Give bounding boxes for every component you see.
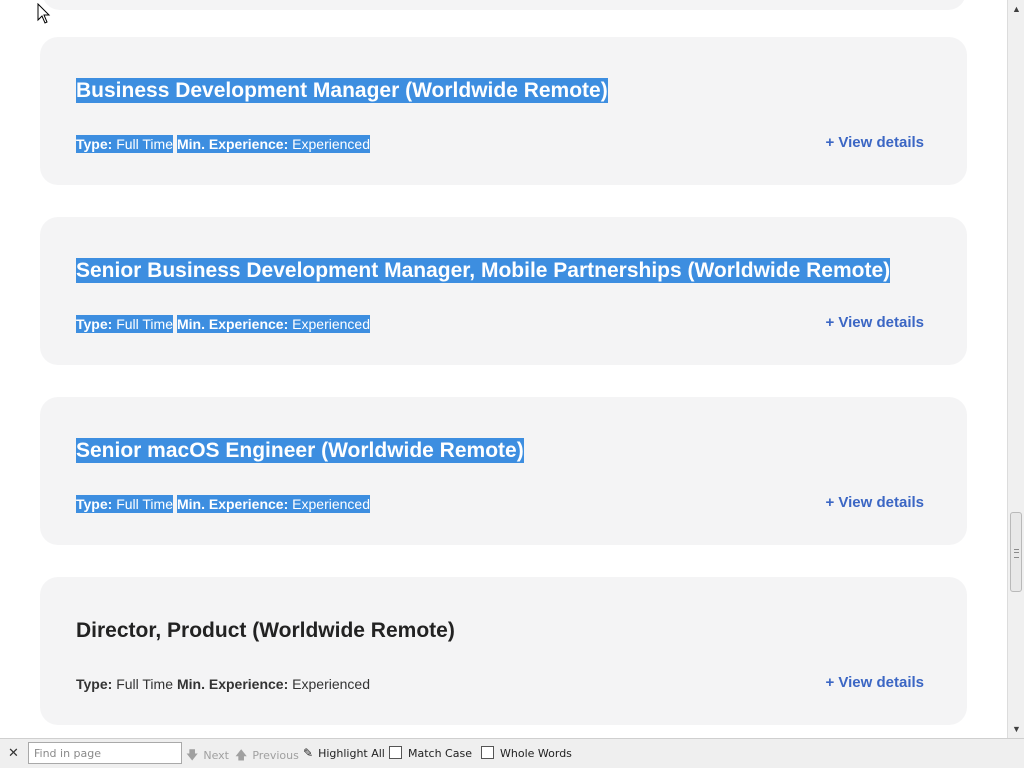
experience-label: Min. Experience: — [177, 136, 289, 152]
job-card: Senior macOS Engineer (Worldwide Remote)… — [40, 397, 967, 545]
find-in-page-input[interactable] — [28, 742, 182, 764]
vertical-scrollbar[interactable]: ▲ ▼ — [1007, 0, 1024, 738]
find-next-button[interactable]: 🡇 Next — [186, 746, 229, 767]
job-type: Full Time — [116, 316, 173, 332]
job-card: Business Development Manager (Worldwide … — [40, 37, 967, 185]
job-meta: Type: Full Time Min. Experience: Experien… — [76, 315, 370, 333]
mouse-cursor-icon — [37, 3, 51, 24]
find-bar: ✕ 🡇Next 🡅Previous ✎Highlight All Match C… — [0, 738, 1024, 768]
find-previous-button[interactable]: 🡅 Previous — [235, 746, 299, 767]
job-type: Full Time — [116, 136, 173, 152]
arrow-down-icon: 🡇 — [186, 748, 199, 762]
view-details-link[interactable]: + View details — [825, 134, 924, 151]
type-label: Type: — [76, 676, 113, 692]
page-viewport: Business Development Manager (Worldwide … — [0, 0, 1007, 738]
type-label: Type: — [76, 136, 113, 152]
experience-label: Min. Experience: — [177, 676, 289, 692]
arrow-up-icon: 🡅 — [235, 748, 248, 762]
job-experience: Experienced — [292, 496, 370, 512]
job-experience: Experienced — [292, 136, 370, 152]
job-card: Director, Product (Worldwide Remote) Typ… — [40, 577, 967, 725]
view-details-link[interactable]: + View details — [825, 314, 924, 331]
type-label: Type: — [76, 316, 113, 332]
whole-words-checkbox[interactable]: Whole Words — [481, 746, 572, 760]
view-details-link[interactable]: + View details — [825, 494, 924, 511]
checkbox-icon — [389, 746, 402, 759]
job-type: Full Time — [116, 496, 173, 512]
scroll-down-arrow-icon[interactable]: ▼ — [1009, 720, 1024, 737]
job-meta: Type: Full Time Min. Experience: Experien… — [76, 675, 370, 693]
close-find-bar-icon[interactable]: ✕ — [8, 746, 19, 761]
experience-label: Min. Experience: — [177, 316, 289, 332]
checkbox-icon — [481, 746, 494, 759]
highlight-all-button[interactable]: ✎ Highlight All — [303, 746, 385, 760]
type-label: Type: — [76, 496, 113, 512]
experience-label: Min. Experience: — [177, 496, 289, 512]
job-meta: Type: Full Time Min. Experience: Experien… — [76, 135, 370, 153]
match-case-checkbox[interactable]: Match Case — [389, 746, 472, 760]
job-experience: Experienced — [292, 676, 370, 692]
job-type: Full Time — [116, 676, 173, 692]
scroll-up-arrow-icon[interactable]: ▲ — [1009, 0, 1024, 17]
job-title[interactable]: Director, Product (Worldwide Remote) — [76, 617, 455, 645]
previous-job-card — [42, 0, 966, 10]
job-title[interactable]: Senior macOS Engineer (Worldwide Remote) — [76, 437, 524, 465]
scrollbar-thumb[interactable] — [1010, 512, 1022, 592]
job-experience: Experienced — [292, 316, 370, 332]
job-meta: Type: Full Time Min. Experience: Experien… — [76, 495, 370, 513]
highlighter-icon: ✎ — [303, 746, 314, 760]
job-title[interactable]: Business Development Manager (Worldwide … — [76, 77, 608, 105]
job-title[interactable]: Senior Business Development Manager, Mob… — [76, 257, 891, 285]
view-details-link[interactable]: + View details — [825, 674, 924, 691]
job-card: Senior Business Development Manager, Mob… — [40, 217, 967, 365]
